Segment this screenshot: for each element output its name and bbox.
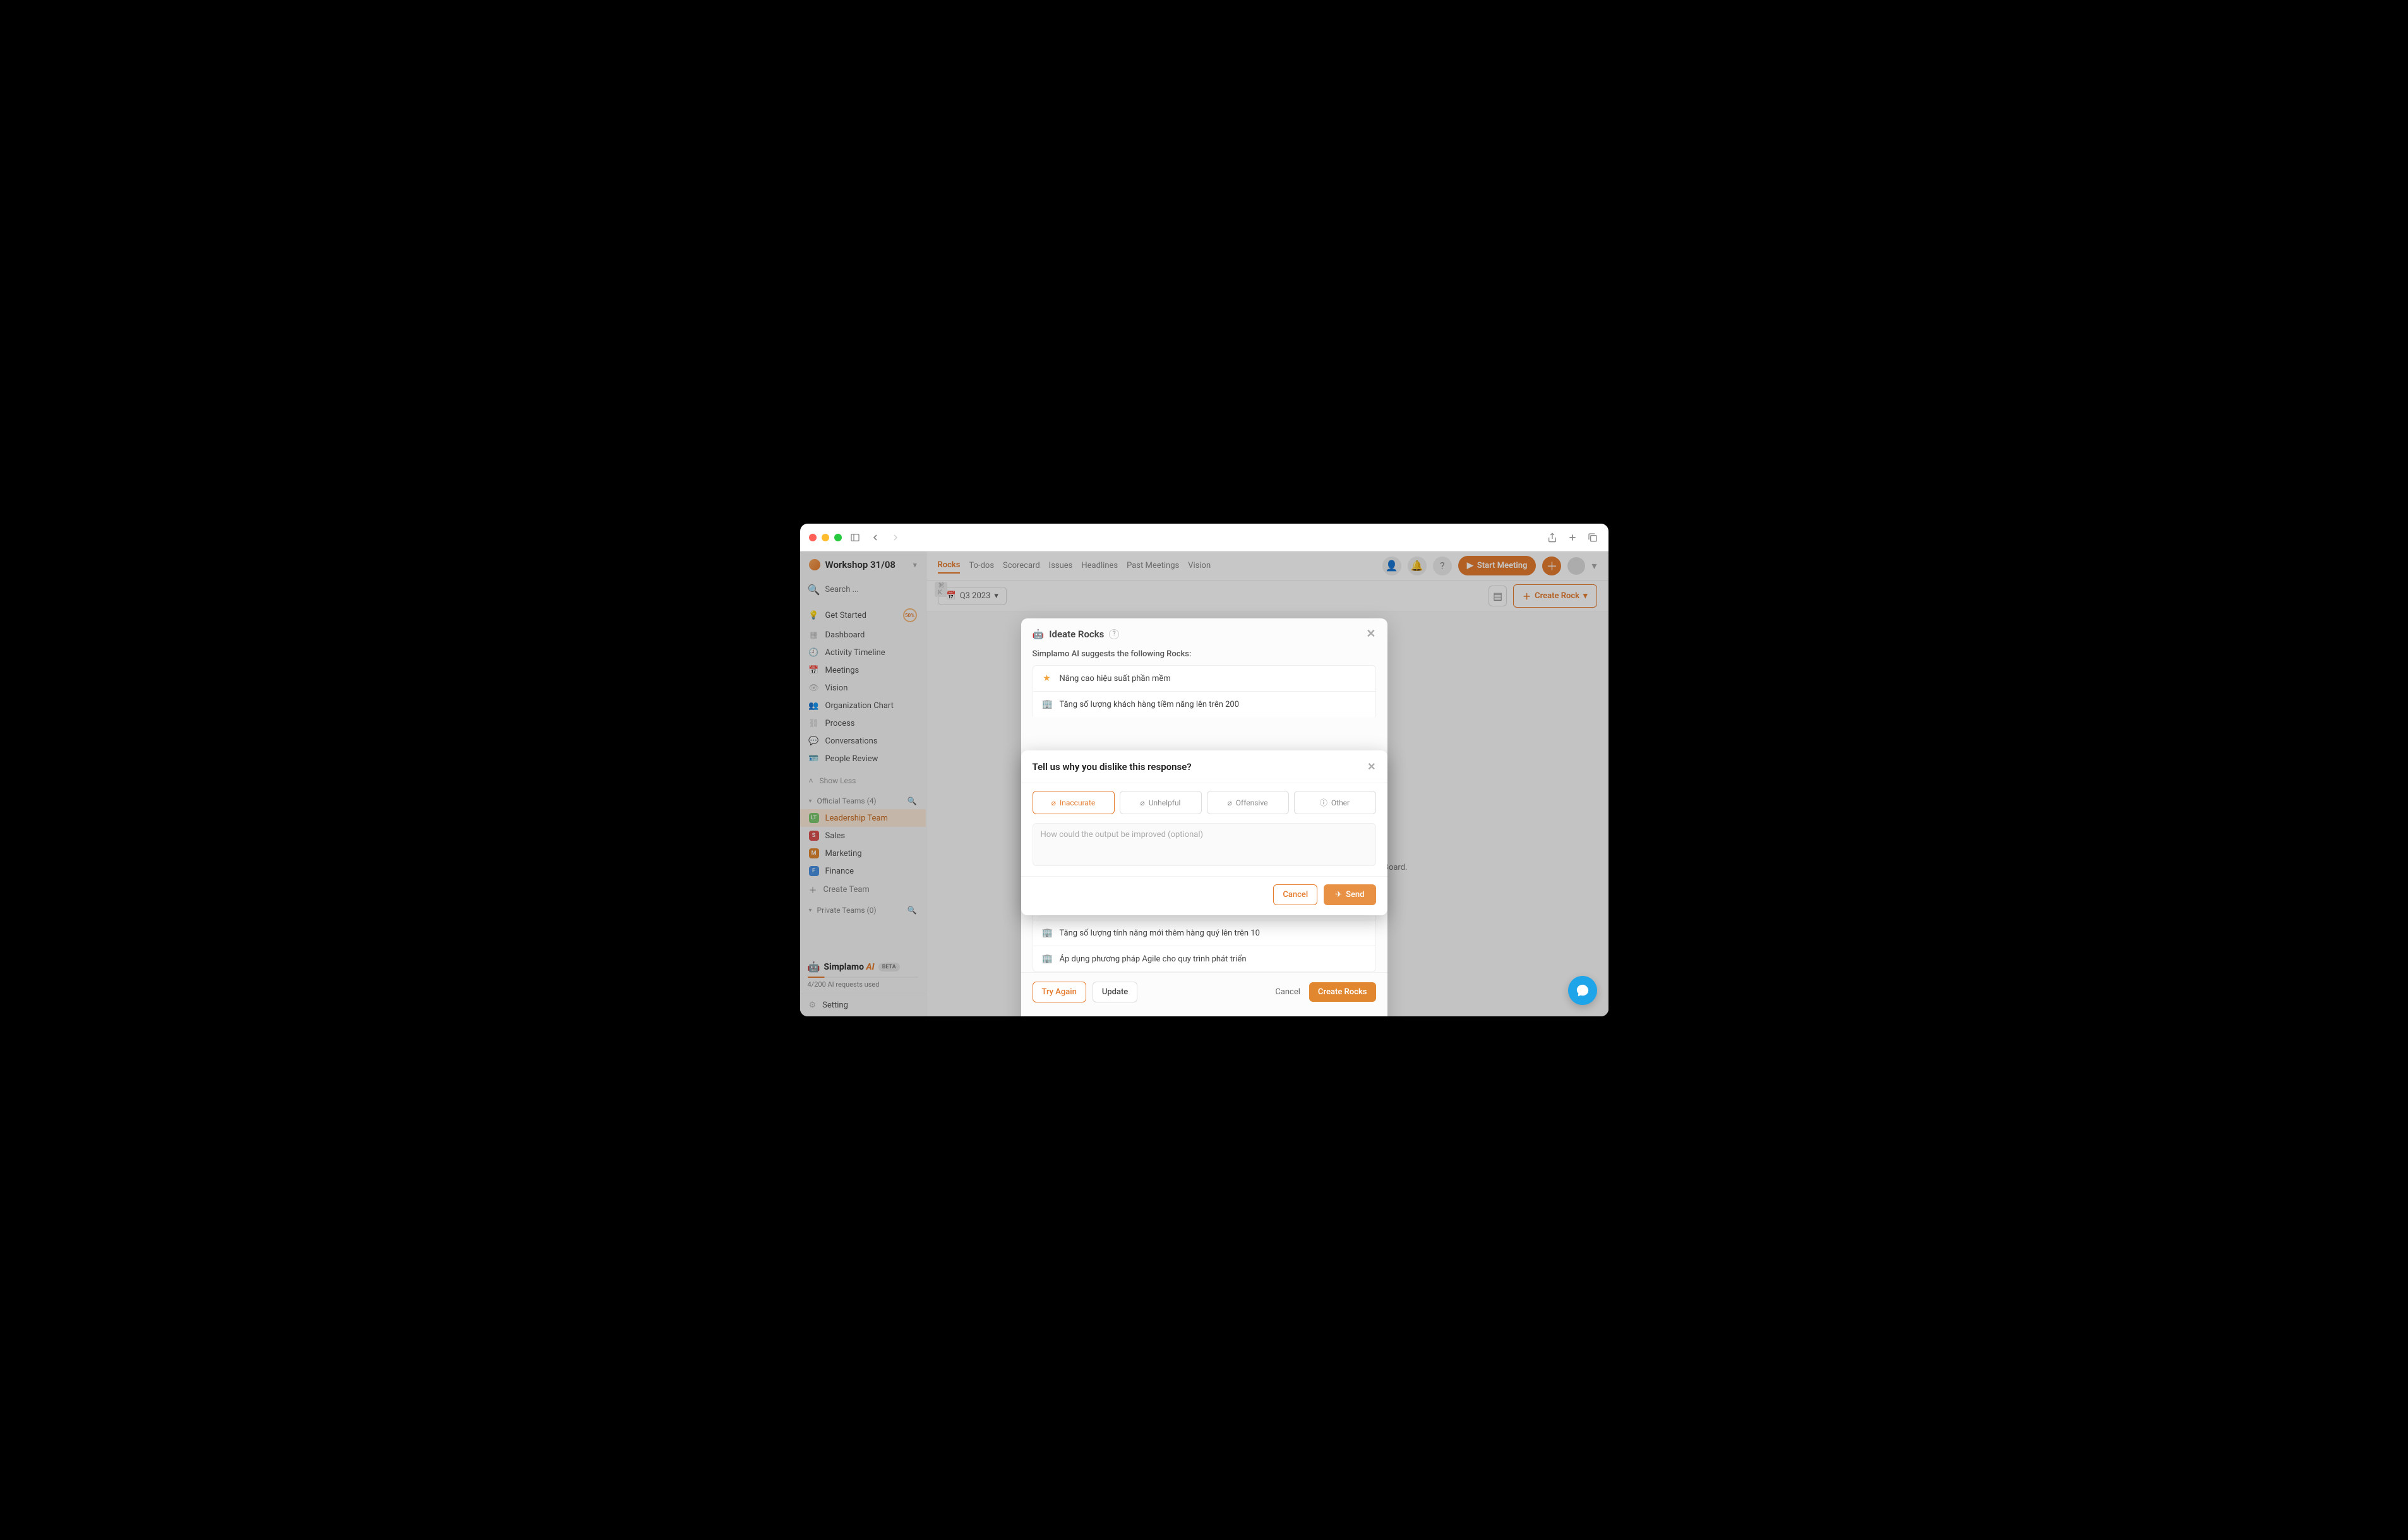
building-icon: 🏢 [1042, 954, 1052, 964]
modal-footer: Try Again Update Cancel Create Rocks [1021, 972, 1387, 1011]
feedback-header: Tell us why you dislike this response? ✕ [1021, 750, 1387, 783]
reason-offensive[interactable]: ⌀Offensive [1207, 791, 1289, 814]
modal-disclaimer: ⓘ AI responses can be misleading or inac… [1021, 1011, 1387, 1016]
feedback-textarea[interactable] [1033, 823, 1376, 866]
reason-row: ⌀Inaccurate ⌀Unhelpful ⌀Offensive ⓘOther [1033, 791, 1376, 814]
new-tab-icon[interactable] [1566, 531, 1579, 544]
reason-inaccurate[interactable]: ⌀Inaccurate [1033, 791, 1115, 814]
reason-unhelpful[interactable]: ⌀Unhelpful [1120, 791, 1202, 814]
tabs-overview-icon[interactable] [1586, 531, 1600, 544]
cancel-button[interactable]: Cancel [1273, 982, 1303, 1002]
maximize-window-button[interactable] [834, 534, 842, 541]
building-icon: 🏢 [1042, 928, 1052, 938]
app-window: Workshop 31/08 ▾ 🔍 ⌘ K 💡Get Started50% ▦… [800, 524, 1608, 1016]
close-icon[interactable]: ✕ [1366, 627, 1375, 641]
reason-other[interactable]: ⓘOther [1294, 791, 1376, 814]
forward-button[interactable] [889, 531, 902, 544]
app-chrome: Workshop 31/08 ▾ 🔍 ⌘ K 💡Get Started50% ▦… [800, 551, 1608, 1016]
cancel-button[interactable]: Cancel [1273, 884, 1317, 905]
close-window-button[interactable] [809, 534, 817, 541]
minimize-window-button[interactable] [822, 534, 829, 541]
try-again-button[interactable]: Try Again [1033, 982, 1086, 1002]
share-icon[interactable] [1545, 531, 1559, 544]
robot-icon: 🤖 [1033, 629, 1045, 640]
slash-icon: ⌀ [1228, 798, 1232, 807]
suggestion-row[interactable]: 🏢Áp dụng phương pháp Agile cho quy trình… [1033, 946, 1376, 972]
close-icon[interactable]: ✕ [1367, 761, 1375, 773]
update-button[interactable]: Update [1093, 982, 1137, 1002]
modal-subtitle: Simplamo AI suggests the following Rocks… [1021, 649, 1387, 665]
slash-icon: ⌀ [1141, 798, 1145, 807]
send-button[interactable]: ✈Send [1324, 884, 1375, 905]
help-icon[interactable]: ? [1109, 629, 1119, 639]
building-icon: 🏢 [1042, 699, 1052, 709]
modal-header: 🤖 Ideate Rocks ? ✕ [1021, 618, 1387, 649]
suggestion-row[interactable]: 🏢Tăng số lượng tính năng mới thêm hàng q… [1033, 920, 1376, 946]
star-icon: ★ [1042, 673, 1052, 683]
modal-title: Ideate Rocks [1049, 629, 1104, 640]
suggestion-row[interactable]: 🏢Tăng số lượng khách hàng tiềm năng lên … [1033, 691, 1376, 717]
back-button[interactable] [868, 531, 882, 544]
feedback-footer: Cancel ✈Send [1021, 876, 1387, 915]
slash-icon: ⌀ [1051, 798, 1056, 807]
feedback-modal: Tell us why you dislike this response? ✕… [1021, 750, 1387, 915]
suggestion-row[interactable]: ★Nâng cao hiệu suất phần mềm [1033, 665, 1376, 691]
chat-bubble-button[interactable] [1568, 976, 1597, 1005]
feedback-title: Tell us why you dislike this response? [1033, 761, 1192, 773]
feedback-body: ⌀Inaccurate ⌀Unhelpful ⌀Offensive ⓘOther [1021, 783, 1387, 876]
sidebar-toggle-icon[interactable] [848, 531, 862, 544]
send-icon: ✈ [1335, 890, 1342, 899]
window-controls [809, 534, 842, 541]
info-icon: ⓘ [1320, 797, 1327, 808]
create-rocks-button[interactable]: Create Rocks [1309, 982, 1376, 1002]
mac-titlebar [800, 524, 1608, 551]
